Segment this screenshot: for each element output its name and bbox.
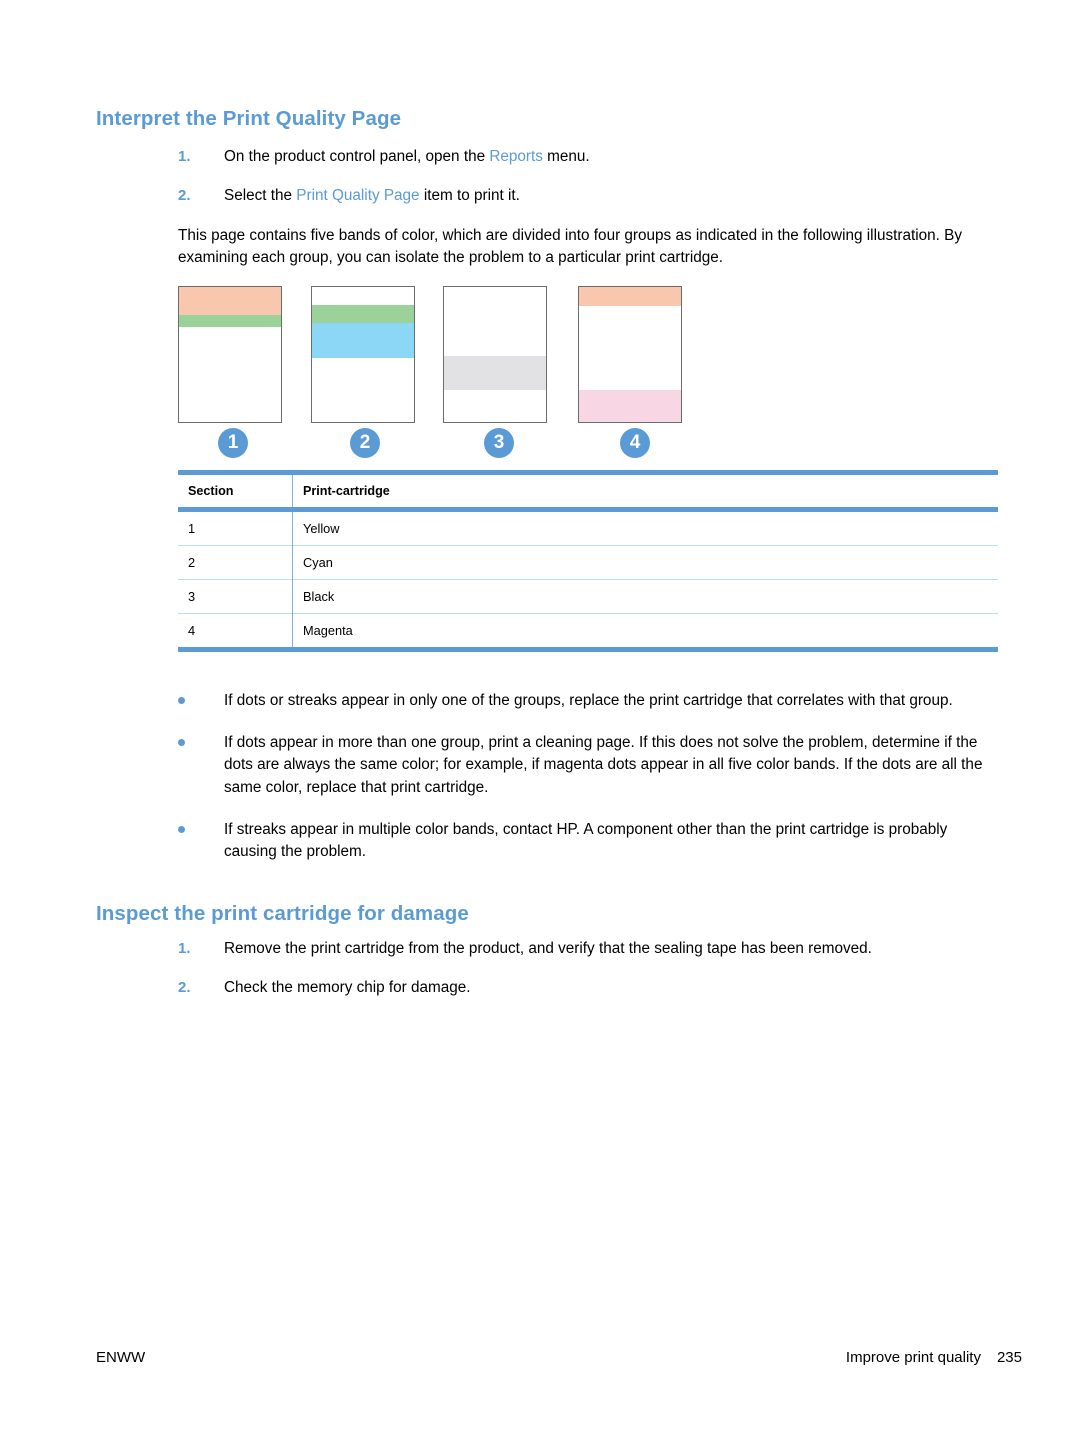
group-marker-1: 1 — [218, 428, 248, 458]
color-band — [179, 315, 281, 327]
group-marker-3: 3 — [484, 428, 514, 458]
step-number: 2. — [178, 978, 191, 996]
list-item: 1. Remove the print cartridge from the p… — [178, 938, 1008, 960]
intro-paragraph: This page contains five bands of color, … — [178, 227, 962, 267]
color-band — [312, 323, 414, 358]
section-cartridge-table: Section Print-cartridge 1 Yellow 2 Cyan … — [178, 470, 998, 652]
step-text-post: item to print it. — [419, 186, 520, 204]
group-marker-2: 2 — [350, 428, 380, 458]
step-text: On the product control panel, open the R… — [224, 146, 1008, 168]
step-text-post: menu. — [542, 148, 590, 165]
print-quality-page-illustration: 1 2 3 4 — [178, 286, 718, 476]
step-number: 1. — [178, 940, 191, 957]
color-band-group-3 — [443, 286, 547, 423]
table-header-row: Section Print-cartridge — [178, 472, 998, 510]
color-band — [579, 390, 681, 422]
color-band-group-2 — [311, 286, 415, 423]
list-item: If dots appear in more than one group, p… — [178, 732, 1004, 799]
cell-print-cartridge: Cyan — [303, 555, 333, 570]
table-row: 2 Cyan — [178, 545, 998, 580]
steps-inspect-list: 1. Remove the print cartridge from the p… — [178, 938, 1008, 1015]
color-band — [312, 305, 414, 323]
step-text-pre: Select the — [224, 186, 297, 204]
footer-right: Improve print quality 235 — [846, 1349, 1022, 1366]
bullet-text: If dots or streaks appear in only one of… — [224, 692, 953, 709]
step-number: 2. — [178, 186, 191, 204]
table-body: 1 Yellow 2 Cyan 3 Black 4 Magenta — [178, 509, 998, 650]
column-header-section: Section — [178, 472, 293, 510]
section-title-inspect-print-cartridge-for-damage: Inspect the print cartridge for damage — [96, 902, 469, 925]
color-band — [179, 287, 281, 315]
color-band-group-4 — [578, 286, 682, 423]
footer-page-number: 235 — [996, 1349, 1022, 1366]
step-link-reports[interactable]: Reports — [489, 148, 543, 165]
group-marker-4: 4 — [620, 428, 650, 458]
bullet-text: If streaks appear in multiple color band… — [224, 820, 948, 860]
cell-print-cartridge: Magenta — [303, 623, 353, 638]
color-band — [579, 287, 681, 306]
column-header-print-cartridge: Print-cartridge — [303, 484, 390, 498]
footer-section-title: Improve print quality — [845, 1349, 981, 1366]
step-text: Check the memory chip for damage. — [224, 978, 471, 996]
bullet-icon — [178, 819, 224, 833]
cell-print-cartridge: Yellow — [303, 521, 340, 536]
step-text: Remove the print cartridge from the prod… — [224, 940, 872, 957]
document-page: Interpret the Print Quality Page 1. On t… — [0, 0, 1080, 1437]
footer-locale-code: ENWW — [96, 1349, 146, 1366]
bullet-icon — [178, 732, 224, 746]
troubleshooting-bullet-list: If dots or streaks appear in only one of… — [178, 690, 1004, 883]
list-item: If dots or streaks appear in only one of… — [178, 690, 1004, 712]
bullet-icon — [178, 690, 224, 704]
list-item: 1. On the product control panel, open th… — [178, 146, 1008, 168]
table-row: 4 Magenta — [178, 613, 998, 650]
step-link-print-quality-page[interactable]: Print Quality Page — [296, 187, 419, 204]
cell-section: 2 — [178, 545, 293, 580]
cell-section: 4 — [178, 613, 293, 650]
table-row: 1 Yellow — [178, 509, 998, 546]
cell-section: 3 — [178, 579, 293, 614]
cell-print-cartridge: Black — [303, 589, 335, 604]
list-item: 2. Check the memory chip for damage. — [178, 977, 1008, 999]
steps-interpret-list: 1. On the product control panel, open th… — [178, 146, 1008, 223]
color-band-group-1 — [178, 286, 282, 423]
bullet-text: If dots appear in more than one group, p… — [224, 734, 983, 796]
step-text: Select the Print Quality Page item to pr… — [224, 185, 1008, 207]
step-text-pre: On the product control panel, open the — [224, 148, 490, 165]
color-band — [444, 356, 546, 390]
page-title-interpret-print-quality-page: Interpret the Print Quality Page — [96, 107, 402, 130]
table-row: 3 Black — [178, 579, 998, 614]
page-footer: ENWW Improve print quality 235 — [96, 1349, 1022, 1366]
list-item: If streaks appear in multiple color band… — [178, 819, 1004, 863]
table-header: Section Print-cartridge — [178, 472, 998, 510]
step-number: 1. — [178, 148, 191, 165]
cell-section: 1 — [178, 509, 293, 546]
list-item: 2. Select the Print Quality Page item to… — [178, 185, 1008, 207]
